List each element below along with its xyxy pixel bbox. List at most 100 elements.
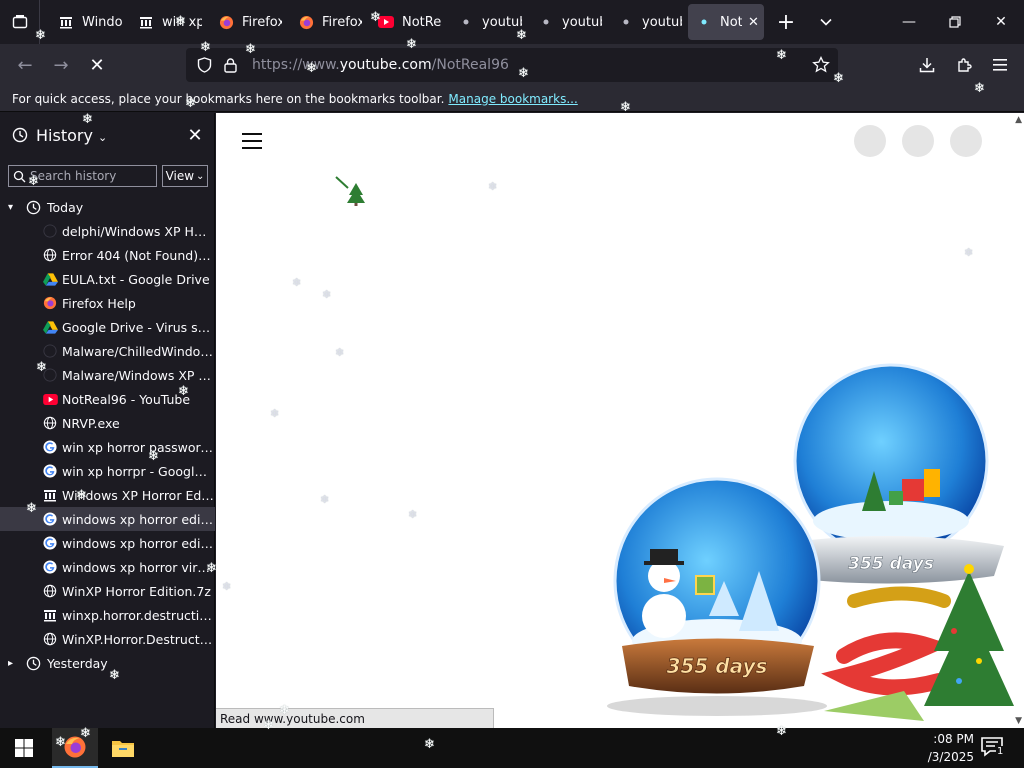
history-item-title: windows xp horror edition download [62,511,214,527]
close-window-button[interactable]: ✕ [978,0,1024,44]
sidebar-close-button[interactable]: ✕ [183,123,207,147]
list-all-tabs-button[interactable] [808,4,844,40]
shield-icon[interactable] [196,57,212,73]
clock-icon [26,200,41,215]
history-search-box[interactable] [8,165,157,187]
tab-7[interactable]: youtube [532,4,606,40]
tab-6[interactable]: youtube [452,4,526,40]
view-button[interactable]: View ⌄ [162,165,208,187]
github-icon [42,343,58,359]
sidebar-switcher[interactable]: History ⌄ [36,126,107,145]
history-item[interactable]: EULA.txt - Google Drive [0,267,215,291]
history-item-title: Malware/ChilledWindows.exe [62,343,214,359]
firefox-icon [298,14,314,30]
group-label: Today [47,199,84,215]
avatar-placeholder[interactable] [950,125,982,157]
history-item-title: NotReal96 - YouTube [62,391,191,407]
tab-5[interactable]: NotReal96 [372,4,446,40]
globe-icon [42,415,58,431]
history-item[interactable]: Firefox Help [0,291,215,315]
view-label: View [165,169,195,183]
forward-button[interactable]: → [46,50,76,80]
back-arrow-icon: ← [17,54,33,76]
tab-4[interactable]: Firefox [292,4,366,40]
tab-label: youtube [562,14,602,30]
extensions-button[interactable] [951,52,977,78]
history-search-input[interactable] [30,169,150,183]
history-item[interactable]: win xp horror password - Google [0,435,215,459]
youtube-icon [42,391,58,407]
start-button[interactable] [0,728,48,768]
bookmark-star-icon[interactable] [812,55,830,78]
forward-arrow-icon: → [53,54,69,76]
group-yesterday[interactable]: ▸ Yesterday [0,651,215,675]
globe-icon [42,247,58,263]
notification-center-button[interactable]: 1 [980,736,1005,762]
history-item-title: EULA.txt - Google Drive [62,271,210,287]
history-item-title: delphi/Windows XP Horror Edition [62,223,214,239]
globe-days-label: 355 days [667,654,768,678]
minimize-button[interactable]: — [886,0,932,44]
downloads-button[interactable] [914,52,940,78]
firefox-view-button[interactable] [0,0,40,44]
chevron-down-icon: ⌄ [196,170,205,182]
sidebar-title: History [36,125,93,145]
google-drive-icon [42,319,58,335]
clock-icon [26,656,41,671]
globe-days-label: 355 days [848,554,934,574]
history-item[interactable]: Malware/Windows XP Horror [0,363,215,387]
stop-button[interactable]: ✕ [82,50,112,80]
new-tab-button[interactable]: + [768,4,804,40]
scroll-up-arrow-icon[interactable]: ▲ [1015,115,1022,125]
url-path: /NotReal96 [431,57,509,73]
maximize-button[interactable] [932,0,978,44]
taskbar-file-explorer[interactable] [100,728,146,768]
system-clock[interactable]: :08 PM /3/2025 [914,730,974,766]
close-tab-icon[interactable]: ✕ [748,15,759,30]
tab-1[interactable]: Windows [52,4,126,40]
lock-icon[interactable] [222,57,238,73]
history-item[interactable]: Windows XP Horror Edition [0,483,215,507]
google-icon [42,439,58,455]
history-tree: ▾ Today delphi/Windows XP Horror Edition… [0,195,215,675]
history-item[interactable]: NotReal96 - YouTube [0,387,215,411]
manage-bookmarks-link[interactable]: Manage bookmarks... [448,92,577,106]
tab-2[interactable]: win xp [132,4,206,40]
plus-icon: + [776,9,796,35]
google-icon [42,535,58,551]
history-item[interactable]: NRVP.exe [0,411,215,435]
history-item[interactable]: win xp horrpr - Google Search [0,459,215,483]
stop-icon: ✕ [89,54,105,76]
globe-icon [42,631,58,647]
guide-menu-button[interactable] [242,133,262,149]
history-item[interactable]: Google Drive - Virus scan warning [0,315,215,339]
placeholder-circle[interactable] [854,125,886,157]
app-menu-button[interactable] [987,52,1013,78]
url-text[interactable]: https://www.youtube.com/NotReal96 [252,57,509,73]
firefox-view-icon [12,15,27,29]
history-item[interactable]: Error 404 (Not Found)!!1 [0,243,215,267]
status-text: Read www.youtube.com [220,711,365,726]
page-content: ▲ ▼ 355 days 355 days [216,113,1024,728]
back-button[interactable]: ← [10,50,40,80]
tab-3[interactable]: Firefox [212,4,286,40]
bookmarks-toolbar: For quick access, place your bookmarks h… [0,86,1024,112]
history-item[interactable]: WinXP Horror Edition.7z [0,579,215,603]
history-item[interactable]: delphi/Windows XP Horror Edition [0,219,215,243]
group-today[interactable]: ▾ Today [0,195,215,219]
history-item[interactable]: Malware/ChilledWindows.exe [0,339,215,363]
history-item[interactable]: winxp.horror.destructive download [0,603,215,627]
history-item[interactable]: windows xp horror edition - Google [0,531,215,555]
taskbar-firefox[interactable] [52,728,98,768]
url-bar[interactable]: https://www.youtube.com/NotReal96 [186,48,838,82]
placeholder-circle[interactable] [902,125,934,157]
history-item[interactable]: WinXP.Horror.Destructive.zip [0,627,215,651]
minimize-icon: — [902,14,916,30]
tab-8[interactable]: youtube [612,4,686,40]
tab-active[interactable]: NotReal96 ✕ [688,4,764,40]
history-item[interactable]: windows xp horror edition download [0,507,215,531]
history-item[interactable]: windows xp horror virus - Google [0,555,215,579]
globe-icon [42,583,58,599]
menu-icon [993,59,1007,71]
history-item-title: NRVP.exe [62,415,120,431]
